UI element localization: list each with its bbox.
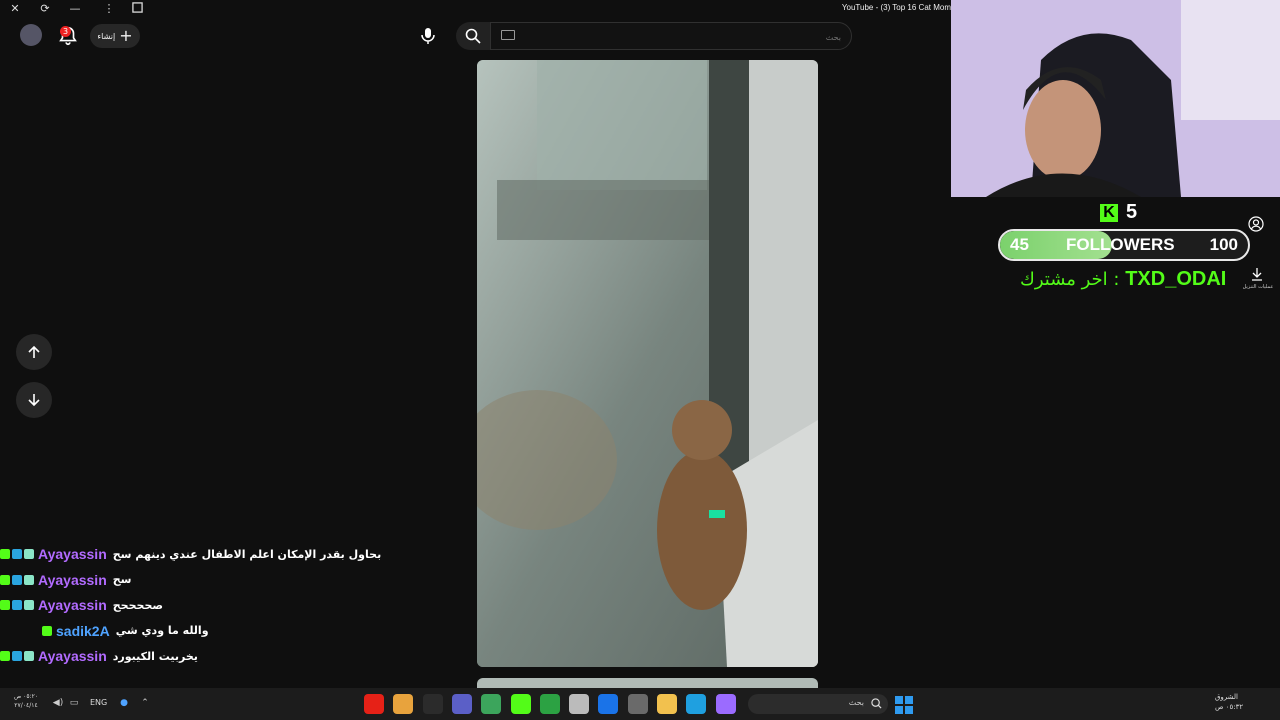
chat-text: صححححح (112, 598, 164, 612)
chrome-app-2-icon[interactable] (481, 694, 502, 714)
blue-badge-icon (12, 600, 22, 610)
arrow-down-icon (28, 394, 40, 407)
search-field[interactable] (490, 22, 852, 50)
search-icon (871, 698, 882, 709)
youtube-app-icon[interactable] (364, 694, 384, 714)
outlook-app-icon[interactable] (598, 694, 619, 714)
widgets-app-icon[interactable] (569, 694, 590, 714)
chat-text: بحاول بقدر الإمكان اعلم الاطفال عندي دين… (112, 547, 382, 561)
start-button[interactable] (895, 696, 913, 714)
kick-badge-icon (0, 651, 10, 661)
plus-icon: + (119, 26, 133, 45)
menu-icon[interactable]: ⋮ (102, 2, 116, 16)
kick-viewer-count: K 5 (1100, 201, 1137, 224)
follower-goal-bar: 45 FOLLOWERS 100 (998, 229, 1250, 261)
last-sub-name: TXD_ODAI (1125, 268, 1227, 290)
sub-badge-icon (24, 600, 34, 610)
chat-text: سح (112, 573, 132, 586)
language-indicator[interactable]: ENG (90, 698, 107, 707)
chrome-app-icon[interactable] (393, 694, 414, 714)
chat-username[interactable]: Ayayassin (38, 572, 107, 588)
previous-short-button[interactable] (16, 334, 52, 370)
search-icon (465, 28, 481, 44)
reload-icon[interactable]: ⟳ (38, 2, 52, 16)
microphone-icon[interactable] (416, 24, 440, 48)
obs-app-icon[interactable] (422, 694, 443, 714)
chevron-up-icon[interactable]: ⌃ (139, 697, 151, 709)
search-input[interactable] (519, 27, 843, 47)
account-icon[interactable] (1248, 216, 1264, 232)
goal-current: 45 (1010, 235, 1029, 254)
sub-badge-icon (24, 549, 34, 559)
chat-username[interactable]: Ayayassin (38, 648, 107, 664)
explorer-app-icon[interactable] (657, 694, 677, 714)
taskbar-search-label: بحث (848, 698, 864, 707)
kick-badge-icon (0, 600, 10, 610)
blue-badge-icon (12, 549, 22, 559)
last-sub-label: اخر مشترك : (1020, 269, 1120, 290)
blue-badge-icon (12, 651, 22, 661)
copilot-app-icon[interactable] (715, 694, 736, 714)
chat-message: Ayayassin صححححح (0, 595, 163, 615)
short-video-player[interactable] (477, 60, 818, 667)
clock-date: ٢٧/٠٤/١٤ (14, 702, 38, 709)
edge-app-icon[interactable] (686, 694, 707, 714)
webcam-feed (951, 0, 1280, 197)
search-button[interactable] (456, 22, 490, 50)
next-short-button[interactable] (16, 382, 52, 418)
taskbar-clock[interactable]: ٠٥:٢٠ ص ٢٧/٠٤/١٤ (8, 692, 44, 710)
chat-text: والله ما ودي شي (115, 624, 209, 637)
weather-time: ٠٥:٣٢ ص (1215, 703, 1244, 711)
notification-badge: 3 (60, 26, 72, 37)
chat-message: sadik2A والله ما ودي شي (42, 621, 209, 641)
downloads-label: عمليات التنزيل (1242, 284, 1274, 290)
browser-title-bar: ✕ ⟳ — ⋮ YouTube - (3) Top 16 Cat Mom (0, 0, 951, 18)
goal-label: FOLLOWERS (1066, 235, 1175, 254)
create-label: إنشاء (97, 31, 116, 41)
create-button[interactable]: إنشاء + (90, 24, 140, 48)
blue-badge-icon (12, 574, 22, 585)
xbox-app-icon[interactable] (539, 694, 560, 714)
kick-app-icon[interactable] (510, 694, 531, 714)
kick-count-value: 5 (1126, 201, 1138, 223)
download-icon[interactable] (1250, 266, 1264, 281)
weather-text: الشروق (1215, 693, 1238, 701)
arrow-up-icon (28, 345, 40, 358)
video-frame (477, 60, 818, 667)
network-icon[interactable]: ▭ (68, 697, 80, 709)
kick-badge-icon (0, 549, 10, 559)
close-icon[interactable]: ✕ (8, 2, 22, 16)
window-title: YouTube - (3) Top 16 Cat Mom (841, 3, 951, 12)
volume-icon[interactable]: ◀) (52, 697, 64, 709)
chat-message: Ayayassin سح (0, 570, 132, 590)
clock-time: ٠٥:٢٠ ص (13, 693, 39, 700)
last-subscriber: اخر مشترك : TXD_ODAI (1020, 268, 1226, 291)
chat-username[interactable]: Ayayassin (38, 546, 107, 562)
chat-username[interactable]: Ayayassin (38, 597, 107, 613)
avatar[interactable] (20, 24, 42, 46)
kick-logo-icon: K (1100, 203, 1118, 222)
sub-badge-icon (24, 651, 34, 661)
store-app-icon[interactable] (627, 694, 648, 714)
kick-badge-icon (42, 625, 52, 636)
kick-badge-icon (0, 574, 10, 585)
extensions-icon[interactable] (130, 2, 144, 16)
teams-app-icon[interactable] (451, 694, 472, 714)
microphone-tray-icon[interactable]: ● (118, 697, 130, 709)
chat-text: يخربيت الكيبورد (112, 649, 198, 663)
keyboard-icon[interactable] (501, 30, 515, 40)
chat-message: Ayayassin بحاول بقدر الإمكان اعلم الاطفال… (0, 544, 381, 564)
sub-badge-icon (24, 574, 34, 585)
minimize-icon[interactable]: — (68, 2, 82, 16)
chat-username[interactable]: sadik2A (56, 623, 110, 639)
taskbar-search[interactable]: بحث (748, 694, 888, 714)
goal-target: 100 (1209, 235, 1238, 254)
weather-widget[interactable]: الشروق ٠٥:٣٢ ص (1215, 692, 1275, 712)
chat-message: Ayayassin يخربيت الكيبورد (0, 646, 198, 666)
